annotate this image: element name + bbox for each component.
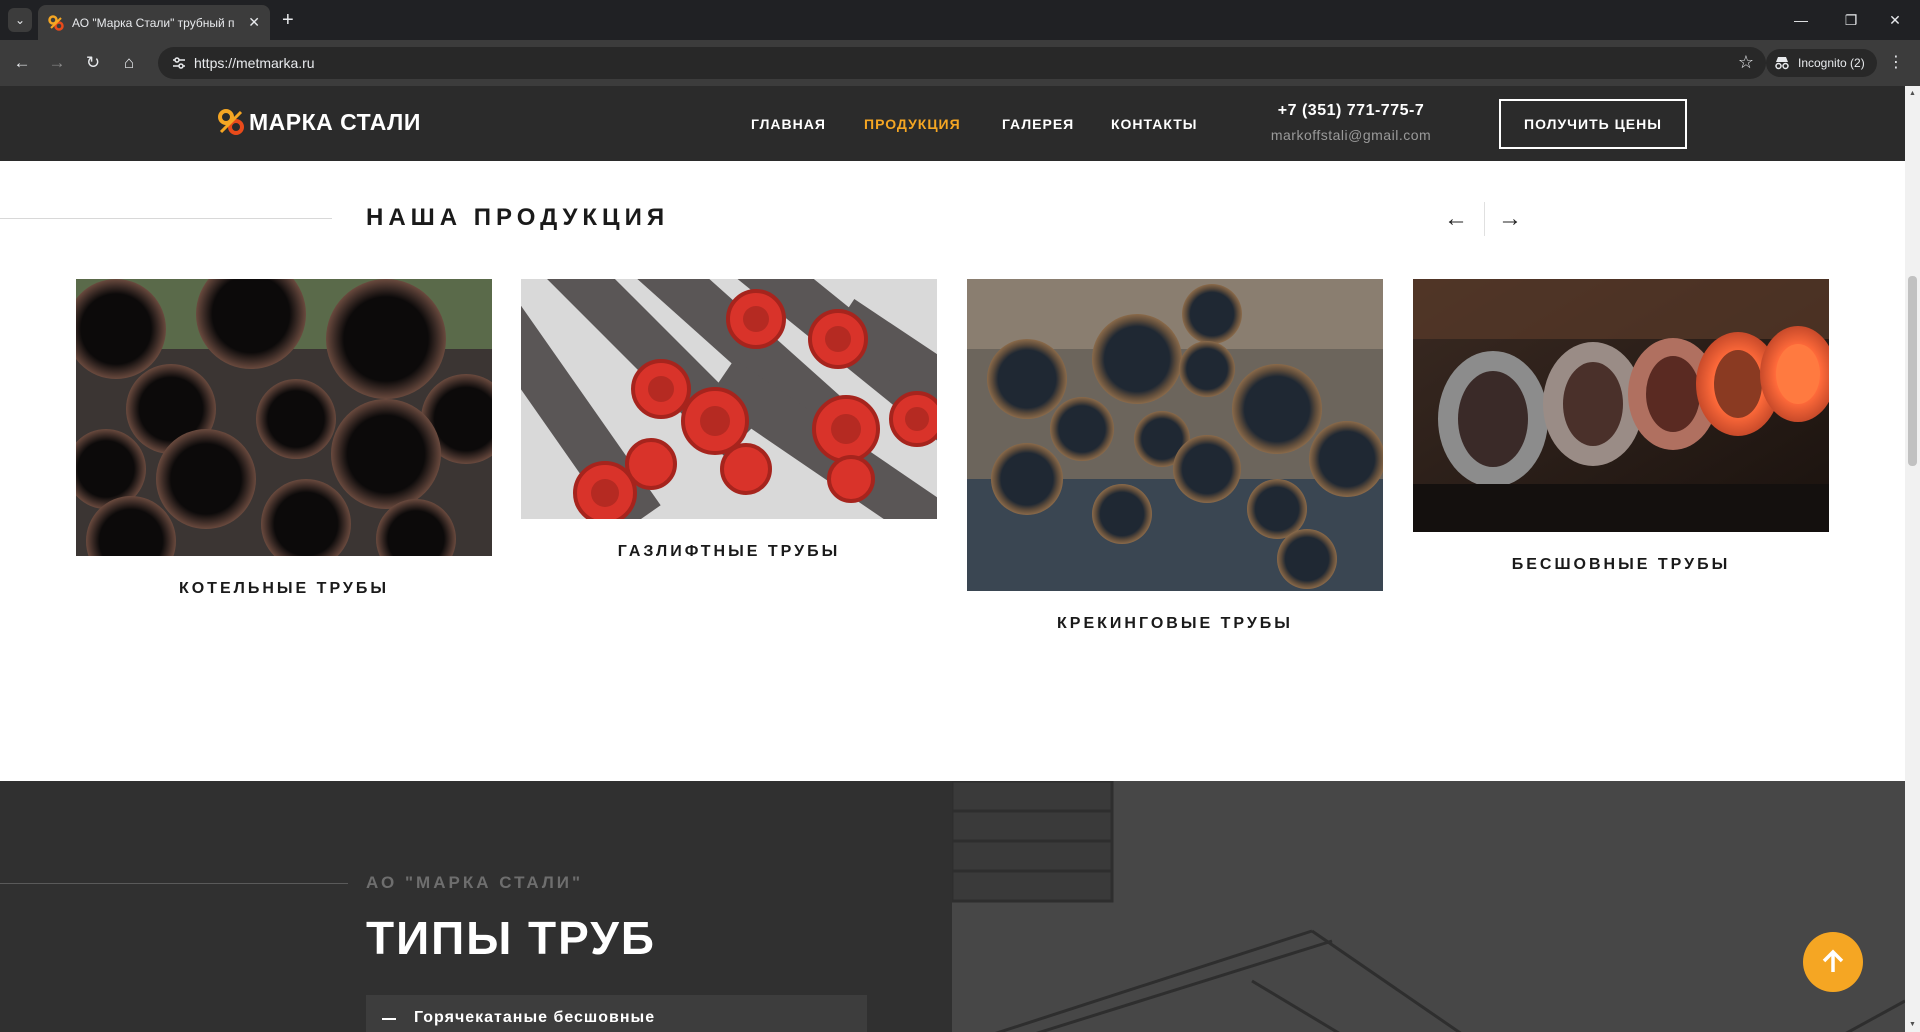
tab-close-icon[interactable]: ✕ xyxy=(248,14,260,31)
nav-link-products[interactable]: ПРОДУКЦИЯ xyxy=(864,116,961,132)
logo-text: МАРКА СТАЛИ xyxy=(249,108,421,135)
incognito-label: Incognito (2) xyxy=(1798,56,1865,70)
bookmark-star-icon[interactable]: ☆ xyxy=(1738,52,1754,73)
get-prices-button[interactable]: ПОЛУЧИТЬ ЦЕНЫ xyxy=(1499,99,1687,149)
product-label-seamless[interactable]: БЕСШОВНЫЕ ТРУБЫ xyxy=(1413,556,1829,574)
logo-icon xyxy=(218,109,244,135)
tab-title: АО "Марка Стали" трубный п xyxy=(72,15,235,30)
section-divider xyxy=(0,218,332,219)
site-settings-icon[interactable] xyxy=(172,56,186,70)
incognito-indicator[interactable]: Incognito (2) xyxy=(1766,49,1877,77)
product-image-gaslift[interactable] xyxy=(521,279,937,519)
pipe-types-section: АО "МАРКА СТАЛИ" ТИПЫ ТРУБ Горячекатаные… xyxy=(0,781,1905,1032)
product-image-boiler[interactable] xyxy=(76,279,492,556)
slider-next-icon[interactable]: → xyxy=(1495,204,1525,234)
header-phone[interactable]: +7 (351) 771-775-7 xyxy=(1262,102,1440,120)
nav-link-contacts[interactable]: КОНТАКТЫ xyxy=(1111,116,1197,132)
accordion-item-hot-rolled[interactable]: Горячекатаные бесшовные xyxy=(366,995,867,1032)
forward-icon[interactable]: → xyxy=(45,51,69,75)
address-bar[interactable]: https://metmarka.ru ☆ xyxy=(158,47,1766,79)
browser-menu-icon[interactable]: ⋮ xyxy=(1884,51,1908,75)
product-card-gaslift[interactable]: ГАЗЛИФТНЫЕ ТРУБЫ xyxy=(521,279,937,561)
reload-icon[interactable]: ↻ xyxy=(81,51,105,75)
product-card-cracking[interactable]: КРЕКИНГОВЫЕ ТРУБЫ xyxy=(967,279,1383,633)
product-image-seamless[interactable] xyxy=(1413,279,1829,532)
accordion-item-label[interactable]: Горячекатаные бесшовные xyxy=(414,1009,655,1027)
url-text: https://metmarka.ru xyxy=(194,55,315,71)
scroll-up-icon[interactable]: ▲ xyxy=(1905,86,1920,101)
slider-prev-icon[interactable]: ← xyxy=(1441,204,1471,234)
tab-search-menu-icon[interactable]: ⌄ xyxy=(8,8,32,32)
browser-tabbar: ⌄ АО "Марка Стали" трубный п ✕ + — ❐ ✕ xyxy=(0,0,1920,40)
accordion-collapse-icon[interactable] xyxy=(382,1018,396,1020)
new-tab-icon[interactable]: + xyxy=(282,8,294,32)
product-label-gaslift[interactable]: ГАЗЛИФТНЫЕ ТРУБЫ xyxy=(521,543,937,561)
scroll-down-icon[interactable]: ▼ xyxy=(1905,1017,1920,1032)
restore-icon[interactable]: ❐ xyxy=(1828,8,1874,32)
minimize-icon[interactable]: — xyxy=(1778,8,1824,32)
nav-link-home[interactable]: ГЛАВНАЯ xyxy=(751,116,826,132)
site-favicon-icon xyxy=(48,14,64,31)
back-icon[interactable]: ← xyxy=(10,51,34,75)
home-icon[interactable]: ⌂ xyxy=(117,51,141,75)
product-label-cracking[interactable]: КРЕКИНГОВЫЕ ТРУБЫ xyxy=(967,615,1383,633)
product-image-cracking[interactable] xyxy=(967,279,1383,591)
scroll-thumb[interactable] xyxy=(1908,276,1917,466)
product-label-boiler[interactable]: КОТЕЛЬНЫЕ ТРУБЫ xyxy=(76,580,492,598)
scroll-to-top-button[interactable] xyxy=(1803,932,1863,992)
arrow-up-icon xyxy=(1822,949,1844,972)
product-card-seamless[interactable]: БЕСШОВНЫЕ ТРУБЫ xyxy=(1413,279,1829,574)
nav-link-gallery[interactable]: ГАЛЕРЕЯ xyxy=(1002,116,1074,132)
product-card-boiler[interactable]: КОТЕЛЬНЫЕ ТРУБЫ xyxy=(76,279,492,598)
site-logo[interactable]: МАРКА СТАЛИ xyxy=(217,108,421,136)
browser-tab-active[interactable]: АО "Марка Стали" трубный п ✕ xyxy=(38,5,270,40)
header-email[interactable]: markoffstali@gmail.com xyxy=(1262,127,1440,143)
window-close-icon[interactable]: ✕ xyxy=(1872,8,1918,32)
incognito-icon xyxy=(1775,57,1789,70)
dark-section-divider xyxy=(0,883,348,884)
pipe-types-title: ТИПЫ ТРУБ xyxy=(366,912,656,964)
browser-toolbar: ← → ↻ ⌂ https://metmarka.ru ☆ Incognito … xyxy=(0,40,1920,86)
company-eyebrow: АО "МАРКА СТАЛИ" xyxy=(366,873,584,892)
slider-arrow-divider xyxy=(1484,202,1485,236)
crane-background-image xyxy=(952,781,1905,1032)
site-header: МАРКА СТАЛИ ГЛАВНАЯ ПРОДУКЦИЯ ГАЛЕРЕЯ КО… xyxy=(0,86,1905,161)
page-viewport: МАРКА СТАЛИ ГЛАВНАЯ ПРОДУКЦИЯ ГАЛЕРЕЯ КО… xyxy=(0,86,1920,1032)
page-scrollbar[interactable]: ▲ ▼ xyxy=(1905,86,1920,1032)
products-title: НАША ПРОДУКЦИЯ xyxy=(366,204,670,231)
